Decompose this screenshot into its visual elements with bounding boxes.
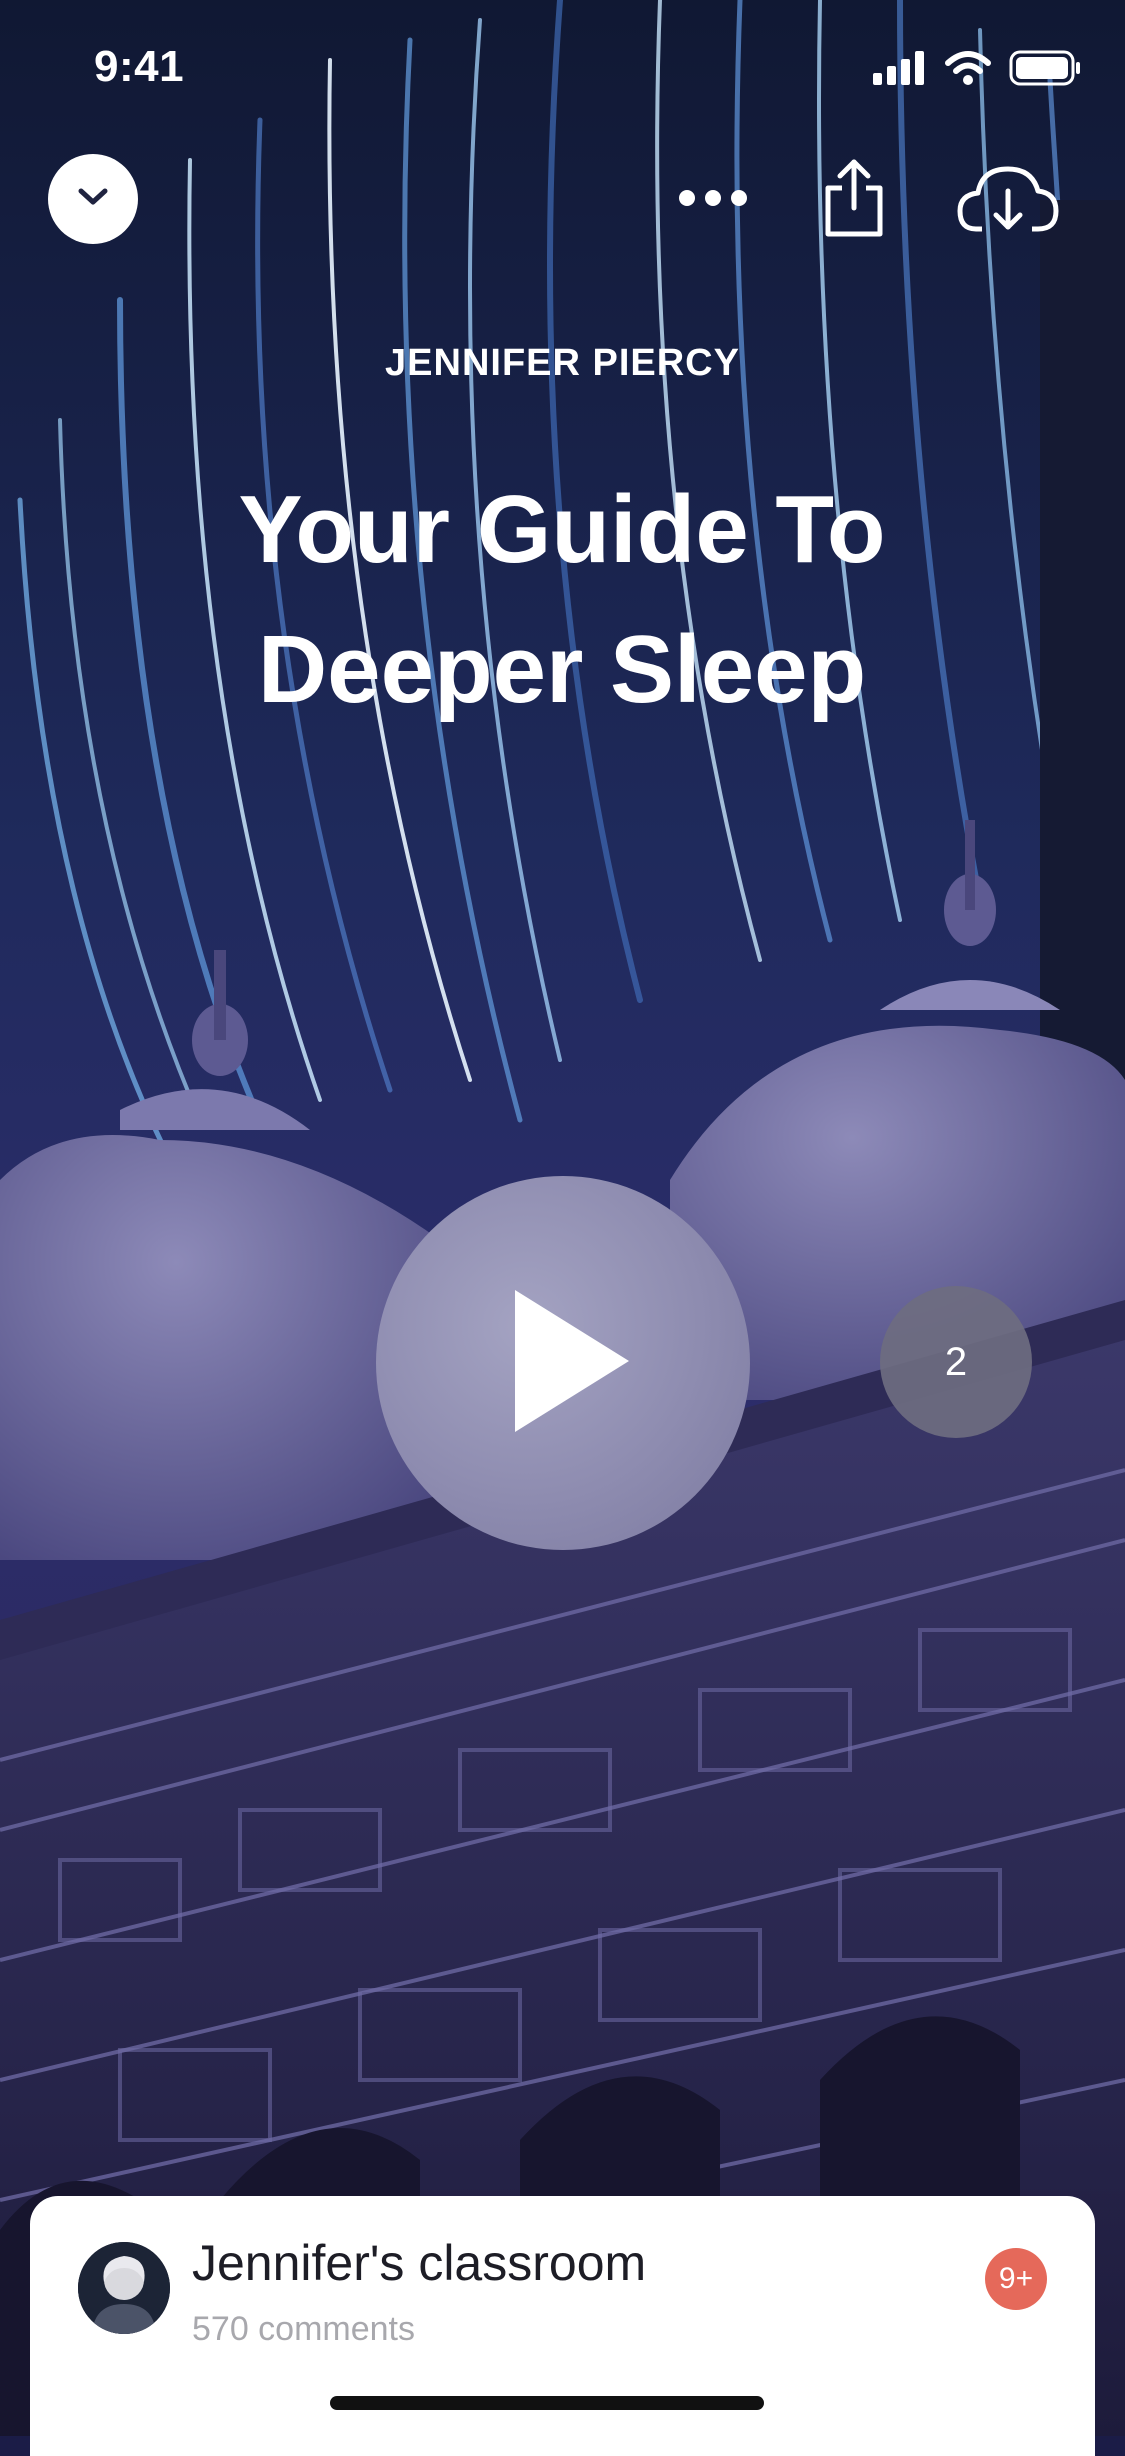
session-title: Your Guide To Deeper Sleep bbox=[238, 476, 886, 723]
download-button[interactable] bbox=[948, 150, 1068, 250]
status-bar: 9:41 bbox=[0, 0, 1125, 140]
play-button[interactable] bbox=[376, 1176, 750, 1550]
cloud-download-icon bbox=[956, 161, 1060, 240]
play-icon bbox=[493, 1286, 633, 1441]
signal-icon bbox=[873, 50, 927, 90]
avatar bbox=[78, 2242, 170, 2334]
status-icons bbox=[873, 50, 1081, 90]
share-button[interactable] bbox=[814, 150, 894, 250]
more-icon bbox=[677, 188, 749, 213]
wifi-icon bbox=[945, 50, 991, 90]
comments-count: 570 comments bbox=[192, 2310, 415, 2348]
battery-icon bbox=[1009, 50, 1081, 91]
session-count-badge[interactable]: 2 bbox=[880, 1286, 1032, 1438]
home-indicator bbox=[330, 2396, 764, 2410]
more-options-button[interactable] bbox=[668, 170, 758, 230]
share-icon bbox=[822, 156, 886, 245]
status-time: 9:41 bbox=[94, 42, 185, 91]
collapse-button[interactable] bbox=[48, 154, 138, 244]
chevron-down-icon bbox=[77, 187, 109, 212]
classroom-title: Jennifer's classroom bbox=[192, 2235, 647, 2291]
classroom-card[interactable]: Jennifer's classroom 570 comments 9+ bbox=[30, 2196, 1095, 2456]
notification-badge: 9+ bbox=[985, 2248, 1047, 2310]
author-name: JENNIFER PIERCY bbox=[385, 342, 740, 384]
